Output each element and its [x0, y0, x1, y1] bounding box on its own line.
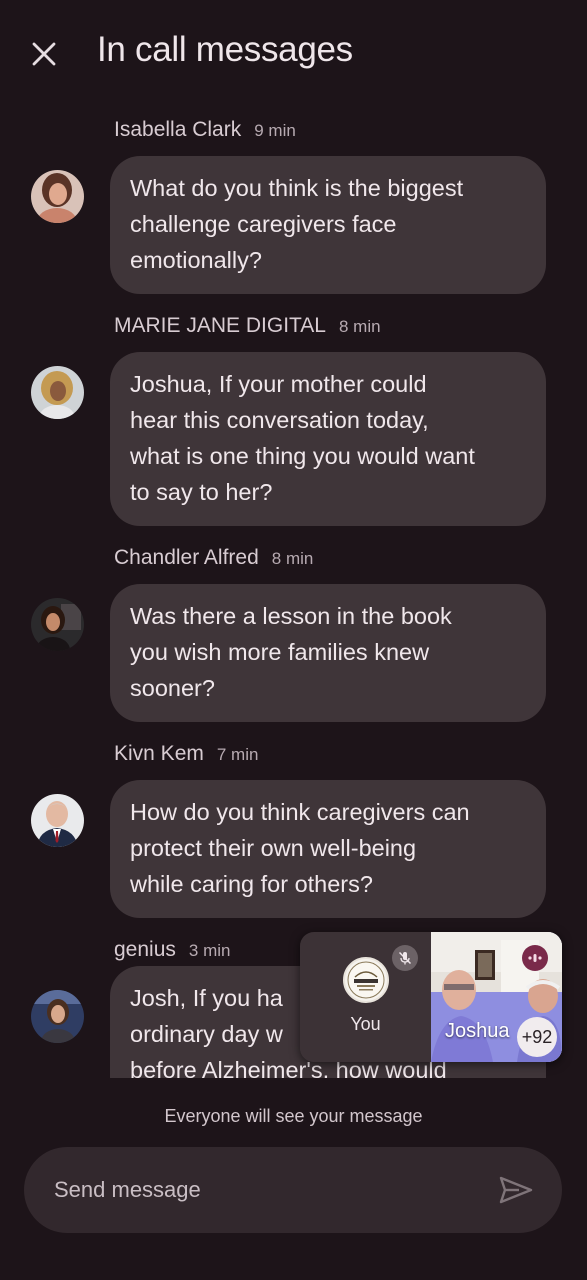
- sender-name: genius: [114, 938, 176, 961]
- sender-name: MARIE JANE DIGITAL: [114, 314, 326, 337]
- speaking-indicator-icon: [522, 945, 548, 971]
- message-time: 7 min: [216, 745, 259, 764]
- message-input[interactable]: [54, 1175, 474, 1205]
- message-bubble: How do you think caregivers can protect …: [110, 780, 546, 918]
- remote-participant-name: Joshua: [445, 1020, 510, 1042]
- close-icon: [32, 42, 56, 66]
- visibility-notice: Everyone will see your message: [164, 1106, 423, 1126]
- participant-count-badge[interactable]: +92: [517, 1017, 557, 1057]
- avatar: [31, 794, 84, 847]
- self-label: You: [350, 1014, 381, 1034]
- mic-off-icon: [392, 945, 418, 971]
- avatar: [31, 366, 84, 419]
- message-composer: [24, 1147, 562, 1233]
- sender-name: Chandler Alfred: [114, 546, 259, 569]
- message-time: 3 min: [188, 941, 231, 960]
- send-icon: [499, 1176, 533, 1204]
- sender-name: Isabella Clark: [114, 118, 242, 141]
- avatar: [31, 598, 84, 651]
- message-time: 8 min: [338, 317, 381, 336]
- message-time: 9 min: [254, 121, 296, 140]
- avatar: [31, 170, 84, 223]
- close-button[interactable]: [24, 34, 64, 74]
- message-bubble: Was there a lesson in the book you wish …: [110, 584, 546, 722]
- page-title: In call messages: [97, 30, 353, 69]
- message-time: 8 min: [271, 549, 314, 568]
- self-avatar: [343, 957, 389, 1003]
- message-bubble: Joshua, If your mother could hear this c…: [110, 352, 546, 526]
- send-button[interactable]: [494, 1170, 538, 1210]
- sender-name: Kivn Kem: [114, 742, 204, 765]
- message-bubble: What do you think is the biggest challen…: [110, 156, 546, 294]
- avatar: [31, 990, 84, 1043]
- header: In call messages: [0, 0, 587, 108]
